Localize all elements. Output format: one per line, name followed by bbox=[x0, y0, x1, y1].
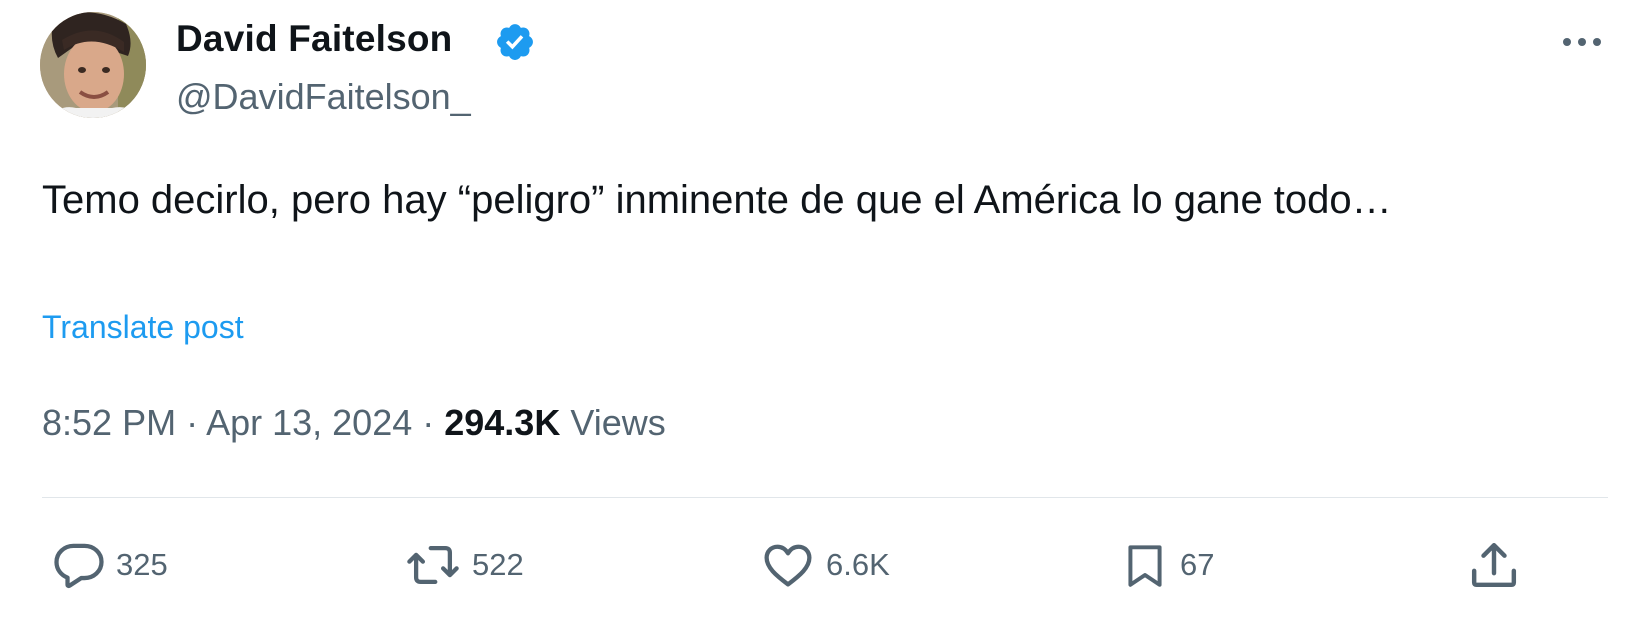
heart-icon bbox=[760, 538, 816, 592]
tweet-text: Temo decirlo, pero hay “peligro” inminen… bbox=[42, 178, 1392, 222]
share-icon bbox=[1466, 537, 1522, 593]
bookmark-count: 67 bbox=[1180, 547, 1215, 582]
author-name[interactable]: David Faitelson bbox=[176, 18, 452, 60]
more-options-icon[interactable] bbox=[1554, 20, 1610, 64]
divider bbox=[42, 497, 1608, 498]
tweet-card: David Faitelson @DavidFaitelson_ Temo de… bbox=[0, 0, 1644, 620]
translate-post-link[interactable]: Translate post bbox=[42, 309, 244, 346]
like-count: 6.6K bbox=[826, 547, 890, 582]
repost-count: 522 bbox=[472, 547, 524, 582]
repost-icon bbox=[404, 538, 462, 592]
repost-button[interactable]: 522 bbox=[404, 537, 524, 593]
author-handle[interactable]: @DavidFaitelson_ bbox=[176, 76, 471, 118]
timestamp[interactable]: 8:52 PM · Apr 13, 2024 · bbox=[42, 402, 444, 443]
avatar[interactable] bbox=[40, 12, 146, 118]
share-button[interactable] bbox=[1466, 537, 1522, 593]
bookmark-icon bbox=[1120, 537, 1170, 593]
verified-badge-icon bbox=[494, 21, 536, 63]
bookmark-button[interactable]: 67 bbox=[1120, 537, 1214, 593]
views-label: Views bbox=[560, 402, 666, 443]
reply-count: 325 bbox=[116, 547, 168, 582]
reply-button[interactable]: 325 bbox=[52, 537, 168, 593]
reply-icon bbox=[52, 538, 106, 592]
tweet-meta: 8:52 PM · Apr 13, 2024 · 294.3K Views bbox=[42, 402, 666, 444]
views-count: 294.3K bbox=[444, 402, 561, 443]
like-button[interactable]: 6.6K bbox=[760, 537, 890, 593]
